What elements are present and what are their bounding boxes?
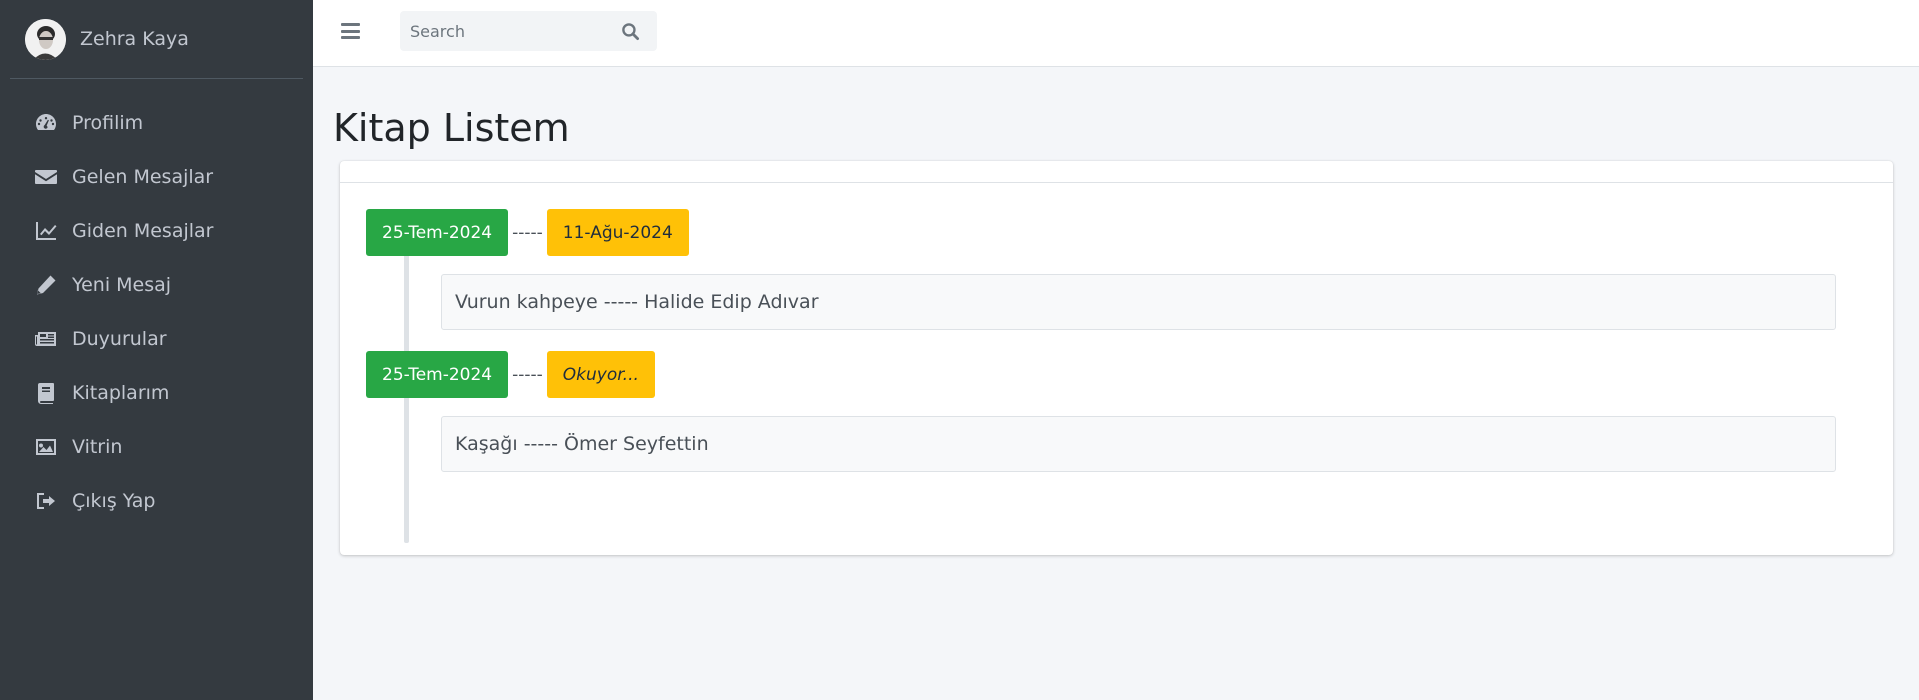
menu-toggle-icon[interactable] (341, 22, 360, 40)
newspaper-icon (34, 327, 58, 351)
sidebar-item-duyurular[interactable]: Duyurular (0, 312, 313, 366)
search-box (400, 11, 657, 51)
sidebar: Zehra Kaya Profilim Gelen Mesajlar Giden… (0, 0, 313, 700)
sign-out-icon (34, 489, 58, 513)
timeline-label-row: 25-Tem-2024 ----- Okuyor... (366, 351, 655, 398)
search-input[interactable] (400, 21, 610, 41)
user-panel[interactable]: Zehra Kaya (10, 0, 303, 79)
timeline-card: 25-Tem-2024 ----- 11-Ağu-2024 Vurun kahp… (340, 161, 1893, 555)
date-separator: ----- (512, 222, 543, 243)
envelope-icon (34, 165, 58, 189)
start-date-badge: 25-Tem-2024 (366, 209, 509, 256)
timeline-label-row: 25-Tem-2024 ----- 11-Ağu-2024 (366, 209, 689, 256)
sidebar-item-label: Profilim (72, 112, 144, 134)
sidebar-item-label: Vitrin (72, 436, 123, 458)
avatar[interactable] (25, 18, 66, 60)
sidebar-item-gelen-mesajlar[interactable]: Gelen Mesajlar (0, 150, 313, 204)
timeline-item: Vurun kahpeye ----- Halide Edip Adıvar (441, 274, 1836, 330)
page-title: Kitap Listem (333, 106, 570, 150)
user-name[interactable]: Zehra Kaya (80, 28, 189, 50)
date-separator: ----- (512, 364, 543, 385)
sidebar-item-yeni-mesaj[interactable]: Yeni Mesaj (0, 258, 313, 312)
card-header (340, 161, 1893, 183)
sidebar-item-cikis-yap[interactable]: Çıkış Yap (0, 474, 313, 528)
end-date-badge: 11-Ağu-2024 (546, 209, 689, 256)
reading-status-badge: Okuyor... (546, 351, 655, 398)
sidebar-nav: Profilim Gelen Mesajlar Giden Mesajlar Y… (0, 79, 313, 528)
topbar (313, 0, 1919, 67)
sidebar-item-label: Yeni Mesaj (72, 274, 172, 296)
chart-icon (34, 219, 58, 243)
book-icon (34, 381, 58, 405)
search-icon[interactable] (610, 11, 650, 51)
sidebar-item-label: Giden Mesajlar (72, 220, 214, 242)
sidebar-item-label: Kitaplarım (72, 382, 170, 404)
dashboard-icon (34, 111, 58, 135)
sidebar-item-label: Gelen Mesajlar (72, 166, 214, 188)
sidebar-item-kitaplarim[interactable]: Kitaplarım (0, 366, 313, 420)
pencil-icon (34, 273, 58, 297)
sidebar-item-label: Duyurular (72, 328, 167, 350)
image-icon (34, 435, 58, 459)
sidebar-item-vitrin[interactable]: Vitrin (0, 420, 313, 474)
timeline-item: Kaşağı ----- Ömer Seyfettin (441, 416, 1836, 472)
sidebar-item-giden-mesajlar[interactable]: Giden Mesajlar (0, 204, 313, 258)
sidebar-item-profilim[interactable]: Profilim (0, 96, 313, 150)
sidebar-item-label: Çıkış Yap (72, 490, 156, 512)
start-date-badge: 25-Tem-2024 (366, 351, 509, 398)
